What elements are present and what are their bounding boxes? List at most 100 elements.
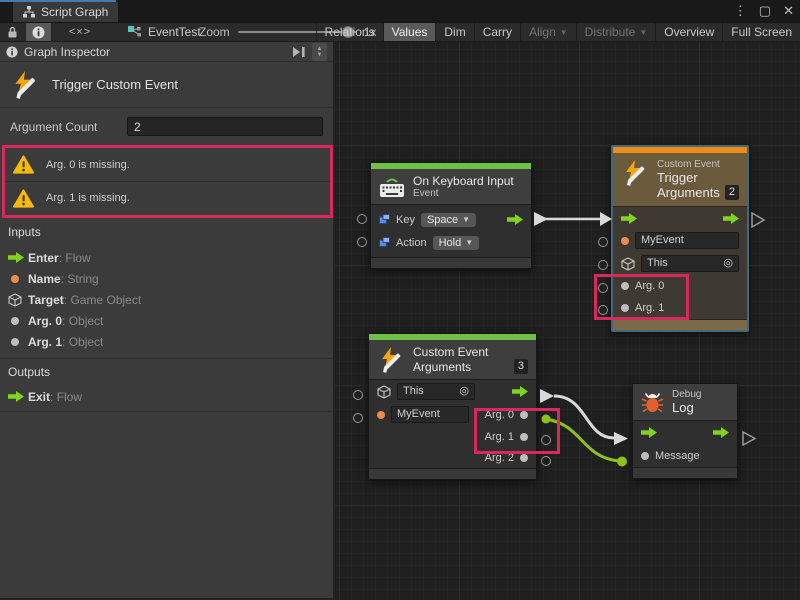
tab-script-graph[interactable]: Script Graph bbox=[13, 2, 118, 22]
object-picker-icon[interactable]: ◎ bbox=[723, 256, 733, 271]
chevron-down-icon: ▼ bbox=[560, 28, 568, 37]
align-button[interactable]: Align ▼ bbox=[520, 23, 576, 41]
message-row: Message bbox=[633, 444, 737, 467]
arguments-label: Arguments bbox=[413, 360, 471, 374]
graph-inspector-panel: Graph Inspector ▲▼ Trigger Custom Event … bbox=[0, 42, 335, 600]
value-port[interactable] bbox=[598, 260, 608, 270]
port-list-item: ExitFlow bbox=[0, 387, 333, 406]
panel-stepper[interactable]: ▲▼ bbox=[312, 43, 327, 61]
action-dropdown[interactable]: Hold ▼ bbox=[433, 236, 480, 250]
custom-event-icon bbox=[621, 159, 649, 187]
graph-reference[interactable]: EventTest bbox=[128, 23, 201, 41]
custom-event-icon bbox=[10, 70, 40, 100]
argument-count-badge: 3 bbox=[514, 359, 528, 374]
code-preview-button[interactable]: <×> bbox=[60, 23, 100, 41]
toolbar-left-group: <×> bbox=[0, 23, 100, 41]
object-port-icon bbox=[641, 452, 649, 460]
node-subtitle: Event bbox=[413, 188, 514, 199]
info-icon bbox=[6, 46, 18, 58]
value-port[interactable] bbox=[353, 413, 363, 423]
warning-row: Arg. 0 is missing. bbox=[5, 148, 330, 181]
info-icon bbox=[32, 26, 45, 39]
kebab-menu-icon[interactable]: ⋮ bbox=[734, 3, 747, 19]
warning-icon bbox=[13, 189, 34, 208]
window-controls: ⋮ ▢ ✕ bbox=[734, 0, 794, 22]
graph-hierarchy-icon bbox=[23, 6, 35, 18]
distribute-button[interactable]: Distribute ▼ bbox=[576, 23, 656, 41]
chevron-down-icon: ▼ bbox=[639, 28, 647, 37]
argument-count-input[interactable] bbox=[127, 117, 323, 136]
inspector-title: Graph Inspector bbox=[24, 45, 110, 59]
full-screen-button[interactable]: Full Screen bbox=[722, 23, 800, 41]
port-list-item: EnterFlow bbox=[0, 248, 333, 267]
values-button[interactable]: Values bbox=[383, 23, 436, 41]
zoom-label: Zoom bbox=[199, 25, 230, 39]
wire-direction-arrow bbox=[540, 389, 554, 403]
node-title: Log bbox=[672, 400, 701, 415]
dock-panel-icon[interactable] bbox=[292, 46, 306, 58]
object-port-icon bbox=[11, 317, 19, 325]
lock-button[interactable] bbox=[0, 23, 26, 41]
chevron-down-icon: ▼ bbox=[465, 238, 473, 247]
keyboard-icon bbox=[379, 176, 405, 198]
target-row: This ◎ bbox=[613, 252, 747, 275]
value-port[interactable] bbox=[353, 390, 363, 400]
node-title: On Keyboard Input bbox=[413, 174, 514, 188]
value-port[interactable] bbox=[357, 237, 367, 247]
maximize-icon[interactable]: ▢ bbox=[759, 3, 771, 19]
warning-row: Arg. 1 is missing. bbox=[5, 181, 330, 214]
value-port[interactable] bbox=[598, 237, 608, 247]
chevron-down-icon: ▼ bbox=[462, 215, 470, 224]
target-field[interactable]: This ◎ bbox=[397, 383, 475, 400]
object-picker-icon[interactable]: ◎ bbox=[459, 384, 469, 399]
node-title: Trigger bbox=[657, 170, 739, 185]
flow-output-port[interactable] bbox=[723, 213, 739, 224]
dim-button[interactable]: Dim bbox=[435, 23, 473, 41]
node-custom-event[interactable]: Custom Event Arguments 3 This ◎ bbox=[368, 333, 537, 480]
custom-event-icon bbox=[377, 346, 405, 374]
cube-icon bbox=[621, 257, 635, 271]
graph-asset-icon bbox=[128, 26, 142, 38]
overview-button[interactable]: Overview bbox=[655, 23, 722, 41]
wire-end-arrow bbox=[614, 432, 628, 445]
carry-button[interactable]: Carry bbox=[474, 23, 520, 41]
code-icon: <×> bbox=[69, 26, 91, 38]
flow-output-port[interactable] bbox=[713, 427, 729, 438]
node-debug-log[interactable]: Debug Log Message bbox=[632, 383, 738, 479]
flow-output-port[interactable] bbox=[507, 214, 523, 225]
event-name-field[interactable]: MyEvent bbox=[635, 232, 739, 249]
unit-title: Trigger Custom Event bbox=[52, 77, 178, 92]
graph-canvas[interactable]: On Keyboard Input Event Key Space ▼ bbox=[335, 42, 800, 600]
warning-text: Arg. 0 is missing. bbox=[46, 159, 130, 171]
key-dropdown[interactable]: Space ▼ bbox=[421, 213, 476, 227]
object-port-icon bbox=[11, 338, 19, 346]
argument-count-label: Argument Count bbox=[10, 120, 97, 134]
event-name-field[interactable]: MyEvent bbox=[391, 406, 469, 423]
close-icon[interactable]: ✕ bbox=[783, 3, 794, 19]
value-port[interactable] bbox=[541, 456, 551, 466]
string-port-icon bbox=[621, 237, 629, 245]
flow-input-port[interactable] bbox=[621, 213, 637, 224]
node-row-action: Action Hold ▼ bbox=[371, 231, 531, 254]
value-port[interactable] bbox=[357, 214, 367, 224]
tab-bar: Script Graph ⋮ ▢ ✕ bbox=[0, 0, 800, 22]
toolbar-right-group: Relations Values Dim Carry Align ▼ Distr… bbox=[316, 23, 800, 41]
outputs-title: Outputs bbox=[8, 365, 50, 379]
bug-icon bbox=[641, 392, 664, 413]
literal-icon bbox=[379, 237, 390, 248]
inspector-toggle-button[interactable] bbox=[26, 23, 52, 41]
target-field[interactable]: This ◎ bbox=[641, 255, 739, 272]
flow-input-port[interactable] bbox=[641, 427, 657, 438]
node-kind: Custom Event bbox=[657, 159, 739, 170]
port-list-item: NameString bbox=[0, 269, 333, 288]
warnings-highlight-rect: Arg. 0 is missing. Arg. 1 is missing. bbox=[2, 145, 333, 218]
cube-icon bbox=[8, 293, 22, 307]
node-on-keyboard-input[interactable]: On Keyboard Input Event Key Space ▼ bbox=[370, 162, 532, 269]
flow-output-port[interactable] bbox=[512, 386, 528, 397]
relations-button[interactable]: Relations bbox=[316, 23, 383, 41]
target-row: This ◎ bbox=[369, 380, 536, 403]
port-list-item: Arg. 1Object bbox=[0, 332, 333, 351]
flow-continue-triangle bbox=[752, 213, 764, 227]
cube-icon bbox=[377, 385, 391, 399]
flow-arrow-icon bbox=[8, 252, 24, 263]
